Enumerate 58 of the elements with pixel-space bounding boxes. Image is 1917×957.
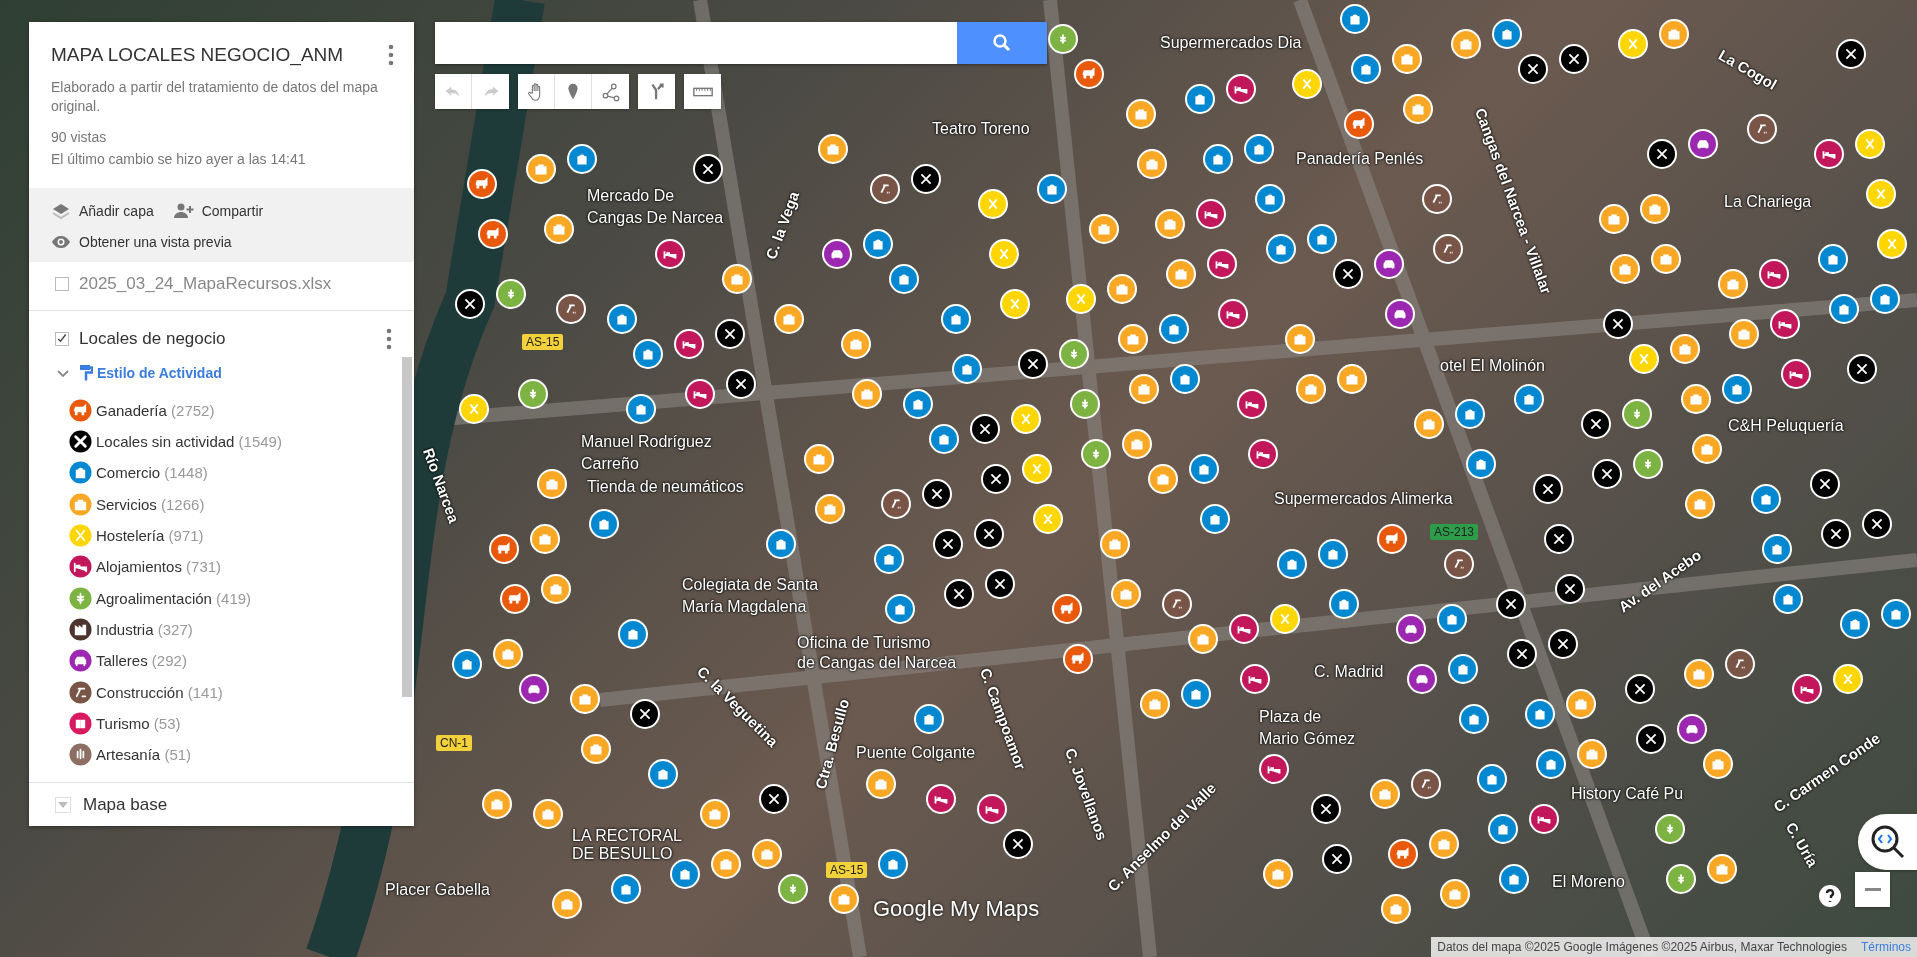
- category-label: Ganadería (2752): [96, 401, 215, 419]
- place-label: otel El Molinón: [1440, 357, 1545, 375]
- place-label: Colegiata de Santa: [682, 576, 819, 594]
- category-label: Industria (327): [96, 620, 193, 638]
- road-shield: AS-15: [522, 334, 564, 350]
- place-label: Carreño: [581, 455, 639, 473]
- attribution-text: Datos del mapa ©2025 Google Imágenes ©2025 Airbus, Maxar Technologies: [1437, 940, 1847, 954]
- place-label: Manuel Rodríguez: [581, 433, 712, 451]
- place-label: El Moreno: [1552, 873, 1625, 891]
- place-label: C&H Peluquería: [1728, 417, 1844, 435]
- place-label: Puente Colgante: [856, 744, 976, 762]
- place-label: Supermercados Dia: [1160, 34, 1302, 52]
- last-change-text: El último cambio se hizo ayer a las 14:41: [51, 150, 307, 169]
- category-label: Agroalimentación (419): [96, 589, 252, 607]
- base-map-label: Mapa base: [83, 794, 168, 815]
- style-link[interactable]: Estilo de Actividad: [79, 364, 222, 383]
- place-label: Tienda de neumáticos: [587, 478, 744, 496]
- place-label: María Magdalena: [682, 598, 807, 616]
- place-label: La Chariega: [1724, 193, 1812, 211]
- map-logo: Google My Maps: [873, 896, 1040, 922]
- street-label: Ctra. Besullo: [811, 696, 853, 791]
- category-label: Locales sin actividad (1549): [96, 433, 282, 451]
- category-label: Construcción (141): [96, 683, 223, 701]
- place-label: Supermercados Alimerka: [1274, 490, 1453, 508]
- street-label: C. la Vega: [762, 189, 803, 262]
- preview-button[interactable]: Obtener una vista previa: [51, 227, 232, 256]
- layer-name: Locales de negocio: [79, 329, 226, 350]
- place-label: de Cangas del Narcea: [797, 654, 957, 672]
- place-label: Cangas De Narcea: [587, 209, 724, 227]
- category-label: Artesanía (51): [96, 746, 192, 764]
- place-label: C. Madrid: [1314, 663, 1384, 681]
- street-label: Río Narcea: [420, 445, 463, 526]
- place-label: Oficina de Turismo: [797, 634, 931, 652]
- category-label: Talleres (292): [96, 652, 187, 670]
- add-layer-button[interactable]: Añadir capa: [51, 196, 154, 225]
- category-label: Alojamientos (731): [96, 558, 222, 576]
- layer-name: 2025_03_24_MapaRecursos.xlsx: [79, 273, 332, 294]
- share-button[interactable]: Compartir: [173, 196, 264, 225]
- place-label: History Café Pu: [1571, 785, 1684, 803]
- place-label: Plaza de: [1259, 708, 1322, 726]
- category-label: Comercio (1448): [96, 464, 208, 482]
- category-label: Servicios (1266): [96, 495, 205, 513]
- view-count: 90 vistas: [51, 128, 108, 147]
- place-label: Teatro Toreno: [932, 120, 1030, 138]
- road-shield: AS-15: [826, 862, 868, 878]
- street-label: Cangas del Narcea - Villalar: [1472, 105, 1556, 297]
- place-label: Panadería Penlés: [1296, 150, 1424, 168]
- map-description: Elaborado a partir del tratamiento de datos del mapa original.: [51, 78, 379, 116]
- place-label: LA RECTORAL: [572, 827, 682, 845]
- map-title: MAPA LOCALES NEGOCIO_ANM: [51, 44, 345, 66]
- place-label: Mercado De: [587, 187, 675, 205]
- category-label: Hostelería (971): [96, 527, 204, 545]
- road-shield: AS-213: [1430, 524, 1479, 540]
- place-label: DE BESULLO: [572, 845, 673, 863]
- place-label: Placer Gabella: [385, 881, 490, 899]
- road-shield: CN-1: [436, 735, 472, 751]
- place-label: Mario Gómez: [1259, 730, 1356, 748]
- category-label: Turismo (53): [96, 714, 181, 732]
